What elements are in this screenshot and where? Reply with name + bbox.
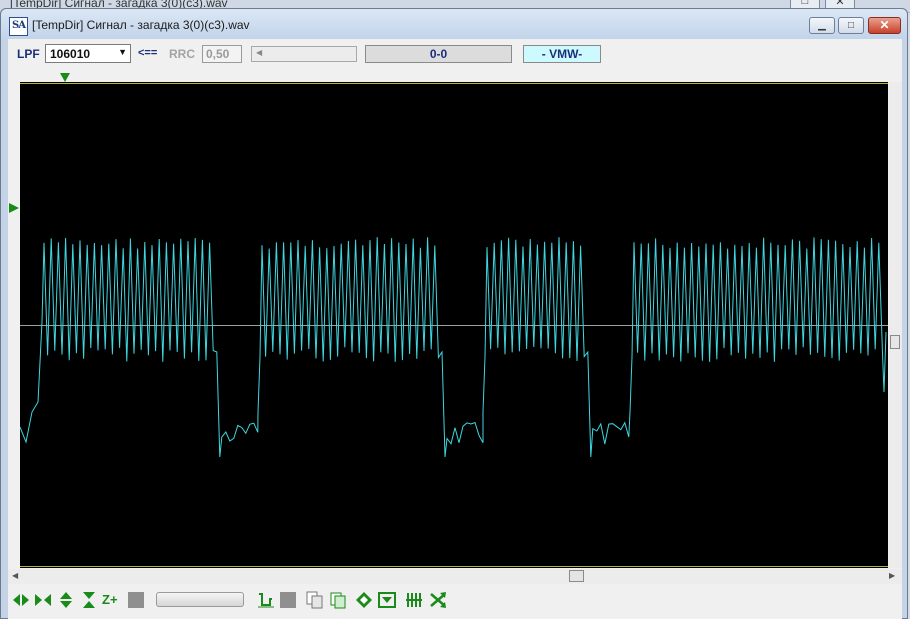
rrc-input[interactable]: 0,50	[202, 45, 242, 63]
gray-square-icon[interactable]	[279, 591, 297, 609]
vertical-scrollbar[interactable]	[889, 82, 902, 568]
window-title: [TempDir] Сигнал - загадка 3(0)(c3).wav	[32, 18, 250, 32]
paste-icon[interactable]	[329, 591, 347, 609]
mode-badge[interactable]: - VMW-	[523, 45, 601, 63]
chevron-down-icon[interactable]: ▼	[118, 47, 127, 57]
fit-icon[interactable]	[378, 591, 396, 609]
shuffle-icon[interactable]	[429, 591, 447, 609]
vertical-scroll-thumb[interactable]	[890, 335, 900, 349]
lpf-label: LPF	[17, 47, 40, 61]
close-button[interactable]: ✕	[868, 17, 901, 34]
signal-window: SA [TempDir] Сигнал - загадка 3(0)(c3).w…	[0, 8, 908, 619]
bottom-toolbar: Z+	[8, 587, 902, 617]
stop-icon[interactable]	[127, 591, 145, 609]
app-icon[interactable]: SA	[9, 17, 28, 36]
level-marker-icon[interactable]	[9, 203, 19, 213]
waveform-canvas	[20, 83, 888, 567]
lpf-select[interactable]: 106010 ▼	[45, 44, 131, 63]
apply-arrow-button[interactable]: <==	[138, 47, 157, 59]
horizontal-scroll-thumb[interactable]	[569, 570, 584, 582]
pan-left-right-icon[interactable]	[12, 591, 30, 609]
grid-icon[interactable]	[405, 591, 423, 609]
diamond-icon[interactable]	[355, 591, 373, 609]
copy-icon[interactable]	[306, 591, 324, 609]
lpf-value: 106010	[50, 47, 91, 61]
maximize-button[interactable]: □	[838, 17, 864, 34]
position-readout: 0-0	[365, 45, 512, 63]
client-area: LPF 106010 ▼ <== RRC 0,50 ◀ 0-0 - VMW- ◀…	[8, 39, 902, 619]
zoom-plus-label: Z+	[102, 592, 118, 607]
zoom-slider[interactable]	[156, 592, 244, 607]
zoom-in-horizontal-icon[interactable]	[34, 591, 52, 609]
pan-up-down-icon[interactable]	[57, 591, 75, 609]
scroll-left-icon[interactable]: ◀	[12, 571, 18, 580]
minimize-button[interactable]: ▁	[809, 17, 835, 34]
toolbar-scrollbar[interactable]: ◀	[251, 46, 357, 62]
top-toolbar: LPF 106010 ▼ <== RRC 0,50 ◀ 0-0 - VMW-	[8, 39, 902, 69]
horizontal-scrollbar[interactable]: ◀ ▶	[8, 569, 902, 584]
waveform-plot[interactable]	[20, 82, 888, 568]
rrc-label: RRC	[169, 47, 195, 61]
zoom-plus-icon[interactable]: Z+	[102, 591, 122, 609]
scroll-left-icon[interactable]: ◀	[256, 48, 262, 57]
cut-icon[interactable]	[257, 591, 275, 609]
time-marker-icon[interactable]	[60, 73, 70, 82]
waveform-trace	[20, 237, 887, 458]
title-bar[interactable]: SA [TempDir] Сигнал - загадка 3(0)(c3).w…	[1, 9, 907, 39]
zoom-vertical-icon[interactable]	[80, 591, 98, 609]
scroll-right-icon[interactable]: ▶	[889, 571, 895, 580]
